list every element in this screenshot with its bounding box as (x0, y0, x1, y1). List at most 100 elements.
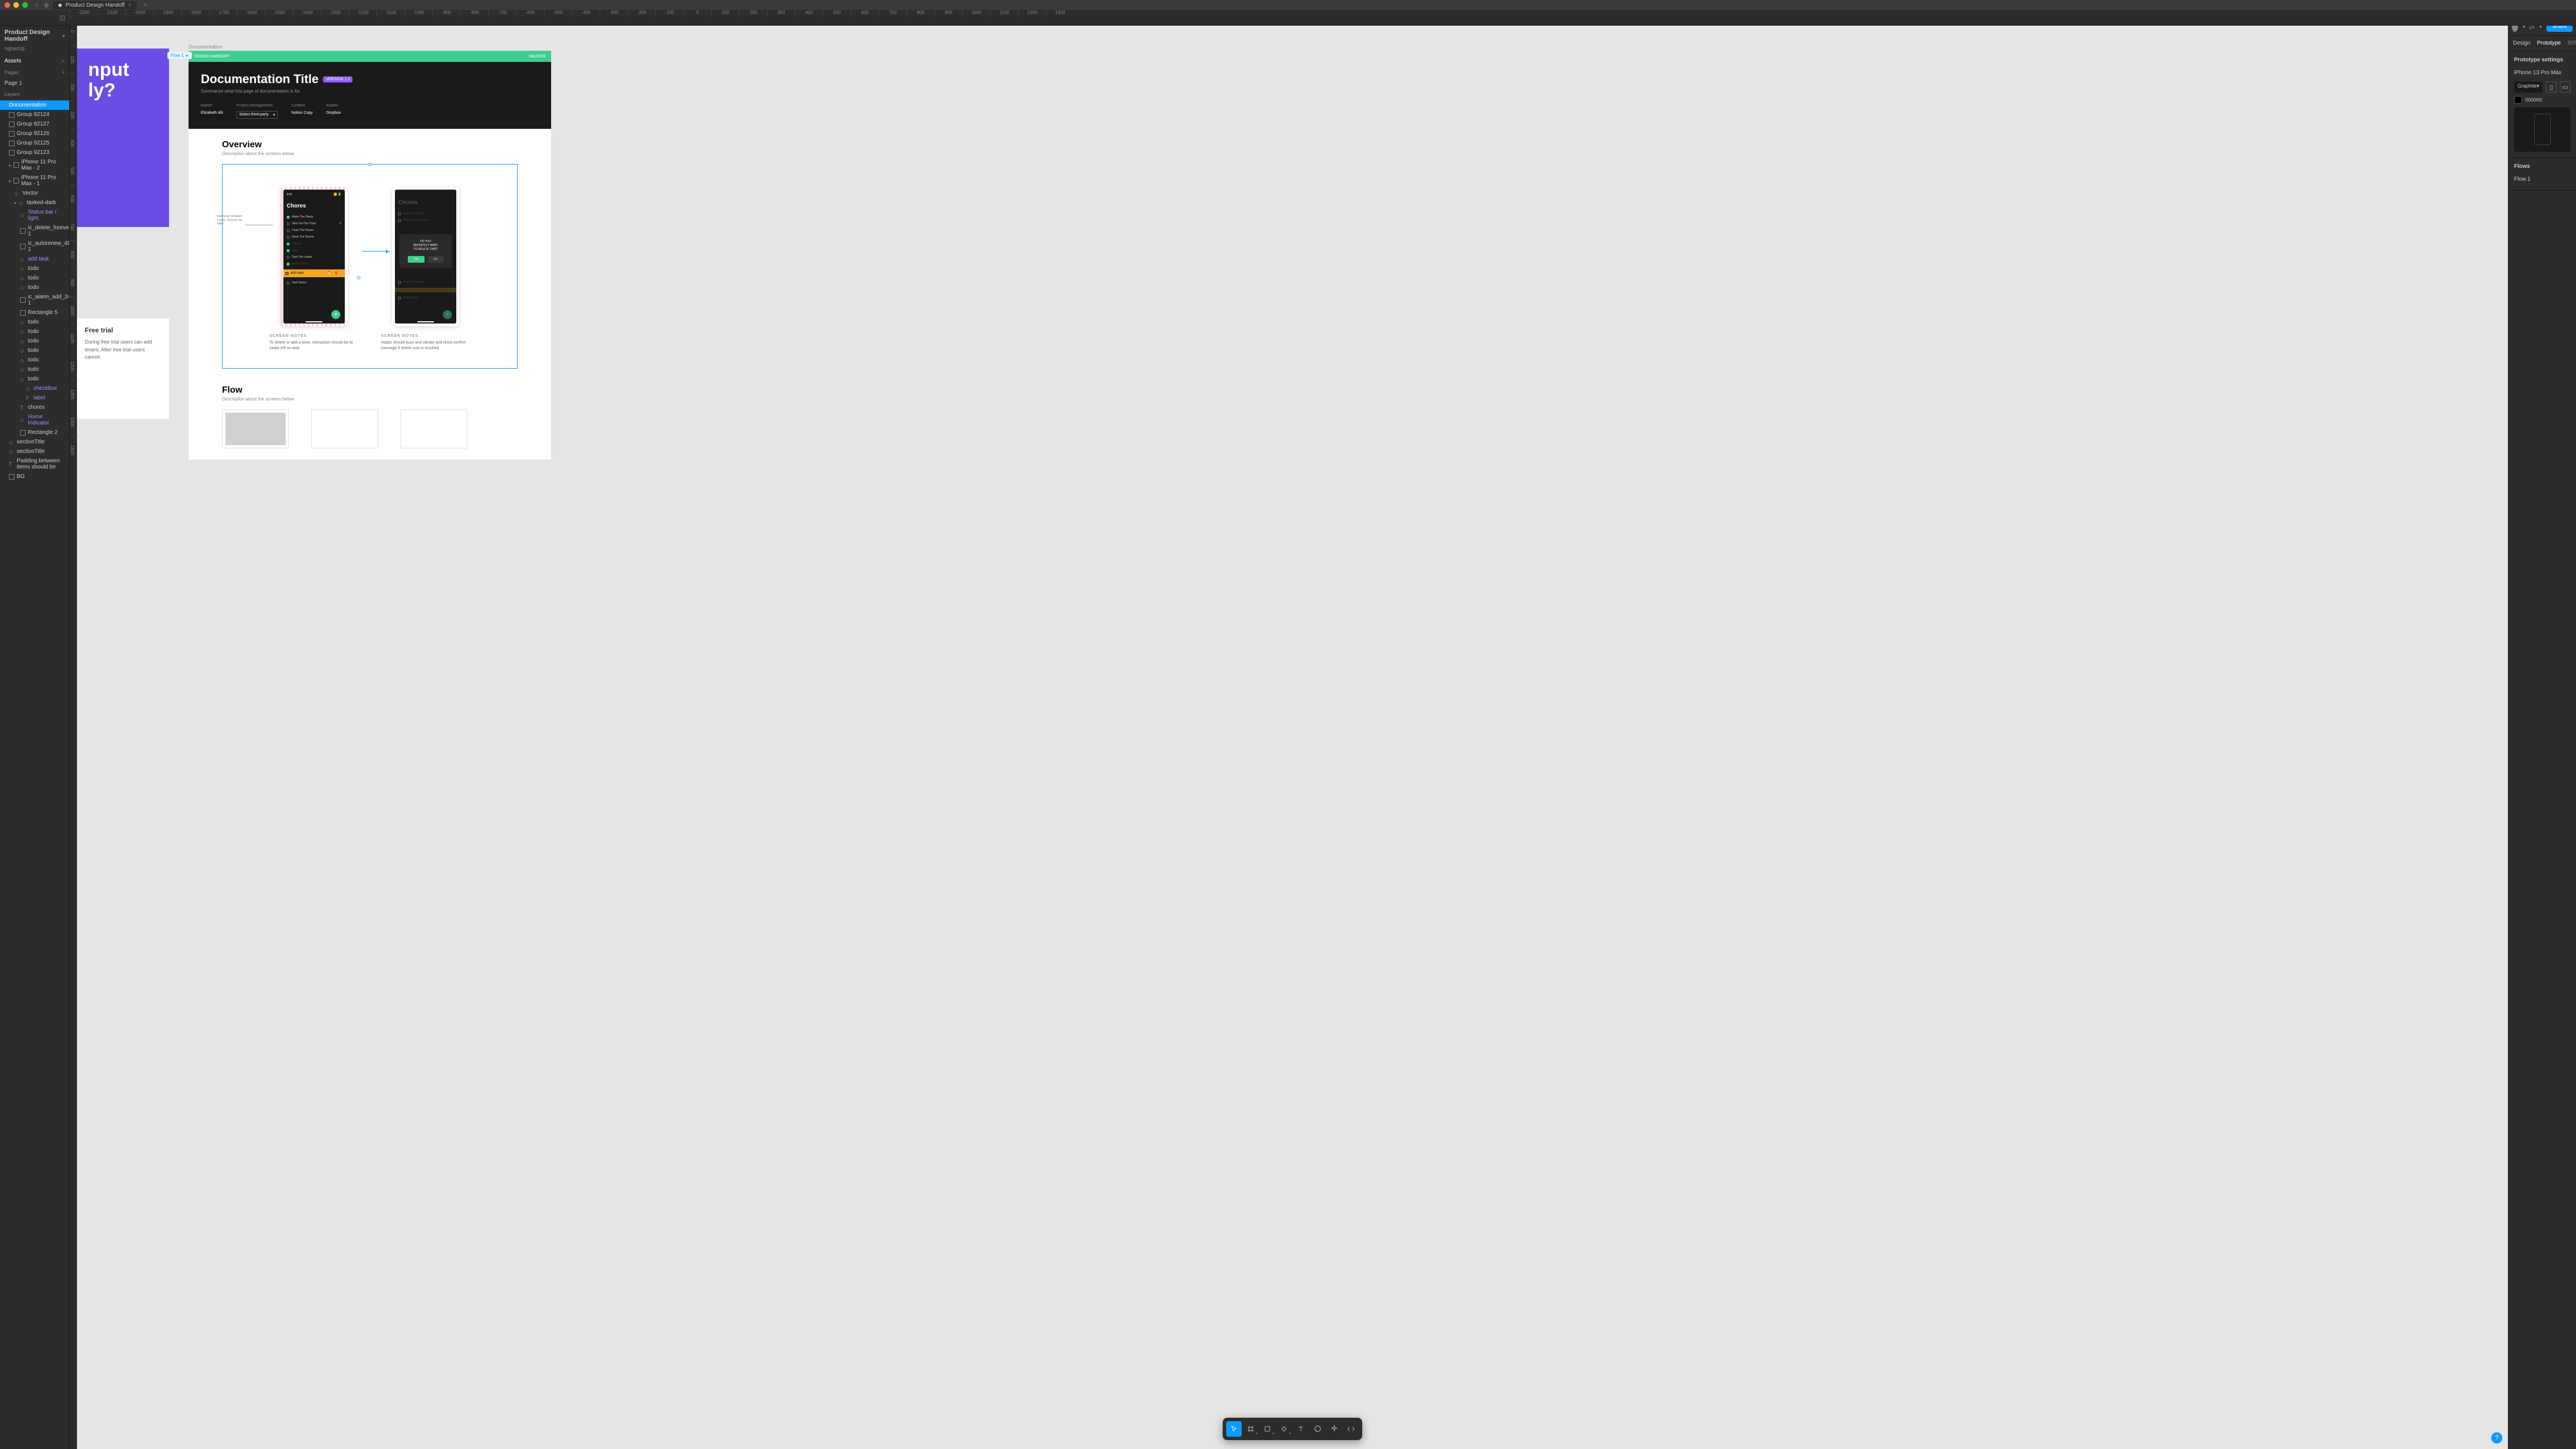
dev-mode-tool[interactable] (1343, 1421, 1359, 1437)
page-item[interactable]: Page 1 (0, 79, 69, 88)
phone-mockup-1[interactable]: 9:41 📶 🔋 Chores Water The PlantsTake Out… (281, 187, 348, 326)
layer-item[interactable]: BG (0, 472, 69, 481)
flow-card[interactable] (401, 409, 467, 448)
project-title[interactable]: Product Design Handoff ▾ (0, 26, 69, 46)
layer-item[interactable]: todo (0, 365, 69, 374)
layer-item[interactable]: todo (0, 283, 69, 292)
layer-item[interactable]: ic_autorenew_48px 1 (0, 239, 69, 254)
layer-item[interactable]: Vector (0, 189, 69, 198)
doc-topbar-left: TASKED HANDOFF (194, 55, 229, 59)
white-note-frame[interactable]: Free trial During free trial users can a… (77, 318, 169, 419)
layer-item[interactable]: sectionTitle (0, 447, 69, 456)
project-team: signerUp (0, 46, 69, 56)
add-page-icon[interactable]: + (62, 70, 65, 75)
layer-item[interactable]: Group 92124 (0, 110, 69, 119)
layer-item[interactable]: Group 92125 (0, 138, 69, 148)
task-row: Vacuum (287, 240, 341, 247)
actions-tool[interactable] (1326, 1421, 1342, 1437)
documentation-frame[interactable]: Flow 1 ▸ Documentation TASKED HANDOFF MA… (189, 44, 551, 460)
layer-item[interactable]: Group 92123 (0, 148, 69, 157)
layer-item[interactable]: ic_delete_forever_24px 1 (0, 223, 69, 239)
canvas[interactable]: nput ly? Free trial During free trial us… (77, 17, 2508, 1449)
alarm-icon: ⏰ (327, 272, 331, 275)
prototype-settings-header: Prototype settings (2514, 57, 2570, 63)
orientation-landscape[interactable]: ▭ (2560, 81, 2570, 93)
layer-item[interactable]: checkbox (0, 384, 69, 393)
connection-source[interactable] (357, 276, 360, 279)
chevron-down-icon[interactable]: ▾ (2522, 23, 2526, 30)
pen-tool[interactable]: ▾ (1276, 1421, 1292, 1437)
layer-item[interactable]: ▸Documentation (0, 100, 69, 110)
assets-tab[interactable]: Assets (4, 58, 21, 64)
layer-item[interactable]: todo (0, 336, 69, 346)
bg-color-swatch[interactable] (2514, 96, 2522, 104)
layer-item[interactable]: sectionTitle (0, 437, 69, 447)
design-tab[interactable]: Design (2513, 40, 2530, 46)
layer-item[interactable]: ▸iPhone 11 Pro Max - 2 (0, 157, 69, 173)
file-tab[interactable]: ◆ Product Design Handoff × (52, 1, 137, 9)
comment-tool[interactable] (1310, 1421, 1325, 1437)
add-tab-icon[interactable]: + (143, 2, 147, 8)
layer-item[interactable]: ic_alarm_add_24px 1 (0, 292, 69, 308)
layer-item[interactable]: ▸tasked-dark (0, 198, 69, 207)
layer-item[interactable]: todo (0, 317, 69, 327)
share-button[interactable]: Share (2546, 21, 2573, 32)
layer-item[interactable]: todo (0, 355, 69, 365)
bg-color-hex[interactable]: 000000 (2525, 97, 2542, 103)
layer-item[interactable]: todo (0, 273, 69, 283)
preset-select[interactable]: Graphite▾ (2514, 81, 2543, 93)
layer-item[interactable]: Home Indicator (0, 412, 69, 428)
prototype-tab[interactable]: Prototype (2537, 40, 2561, 46)
flow-play-icon[interactable]: ▸ (186, 53, 189, 58)
selection-handle[interactable] (368, 163, 372, 166)
notes-text-1: To delete or add a timer, interaction sh… (269, 340, 359, 351)
flow-item[interactable]: Flow 1 (2514, 174, 2570, 185)
prototype-connection[interactable] (362, 251, 390, 252)
orientation-portrait[interactable]: ▯ (2546, 81, 2556, 93)
layer-item[interactable]: Rectangle 2 (0, 428, 69, 437)
frame-tool[interactable]: ▾ (1243, 1421, 1258, 1437)
home-icon[interactable]: ⌂ (35, 2, 38, 9)
panel-toggle-icon[interactable]: ◫ (60, 14, 65, 21)
layer-item[interactable]: label (0, 393, 69, 403)
layer-item[interactable]: Padding between items should be (0, 456, 69, 472)
layer-item[interactable]: todo (0, 327, 69, 336)
project-title-text: Product Design Handoff (4, 29, 60, 42)
meta-col: Project Management:Select third-party ▾ (237, 104, 278, 119)
layer-item[interactable]: Status bar / light (0, 207, 69, 223)
help-button[interactable]: ? (2491, 1432, 2502, 1443)
close-tab-icon[interactable]: × (128, 2, 132, 8)
flow-card[interactable] (222, 409, 289, 448)
move-tool[interactable]: ▾ (1226, 1421, 1242, 1437)
purple-frame[interactable]: nput ly? (77, 49, 169, 227)
device-preview (2514, 107, 2570, 152)
text-tool[interactable] (1293, 1421, 1309, 1437)
purple-heading: nput ly? (88, 60, 158, 102)
flow-start-tag[interactable]: Flow 1 ▸ (167, 52, 192, 59)
phone-mockup-2[interactable]: Chores Water The Plants Take Out The Tra… (392, 187, 459, 326)
close-window[interactable] (4, 2, 10, 8)
search-icon[interactable]: ⌕ (61, 58, 65, 64)
present-icon[interactable]: ▷ (2530, 23, 2534, 30)
layer-item[interactable]: chores (0, 403, 69, 412)
zoom-level[interactable]: 50% (2568, 40, 2576, 46)
frame-label[interactable]: Documentation (189, 44, 551, 50)
layer-item[interactable]: todo (0, 374, 69, 384)
flow-card[interactable] (311, 409, 378, 448)
user-avatar[interactable] (2512, 21, 2518, 32)
traffic-lights (4, 2, 28, 8)
globe-icon[interactable]: ⊕ (44, 2, 49, 9)
minimize-window[interactable] (13, 2, 19, 8)
layer-item[interactable]: Rectangle 5 (0, 308, 69, 317)
layer-item[interactable]: todo (0, 264, 69, 273)
chevron-down-icon[interactable]: ▾ (2539, 23, 2543, 30)
selection-box[interactable]: Padding betweenitems should be20px 9:41 … (222, 164, 518, 369)
layer-item[interactable]: Group 92127 (0, 119, 69, 129)
layer-item[interactable]: todo (0, 346, 69, 355)
shape-tool[interactable]: ▾ (1260, 1421, 1275, 1437)
layer-item[interactable]: ▸iPhone 11 Pro Max - 1 (0, 173, 69, 189)
device-name[interactable]: iPhone 13 Pro Max (2514, 67, 2570, 78)
maximize-window[interactable] (22, 2, 28, 8)
layer-item[interactable]: add task (0, 254, 69, 264)
layer-item[interactable]: Group 92126 (0, 129, 69, 138)
